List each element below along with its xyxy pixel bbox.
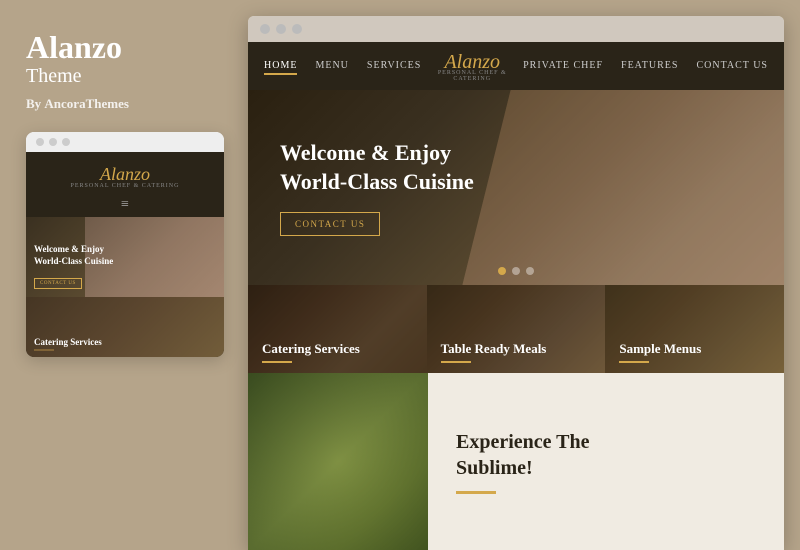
hero-dot-1[interactable] (498, 267, 506, 275)
hero-dots (498, 267, 534, 275)
mobile-titlebar (26, 132, 224, 152)
mobile-catering-section: Catering Services (26, 297, 224, 357)
contact-us-button[interactable]: CONTACT US (280, 212, 380, 236)
bottom-img-overlay (248, 373, 428, 550)
hero-content: Welcome & EnjoyWorld-Class Cuisine CONTA… (248, 139, 506, 236)
browser-dot-2 (276, 24, 286, 34)
service-table-ready[interactable]: Table Ready Meals (427, 285, 606, 373)
mobile-hero-text: Welcome & EnjoyWorld-Class Cuisine CONTA… (34, 244, 113, 289)
mobile-dot-2 (49, 138, 57, 146)
browser-dot-1 (260, 24, 270, 34)
browser-dot-3 (292, 24, 302, 34)
nav-services[interactable]: SERVICES (367, 60, 421, 73)
site-nav: HOME MENU SERVICES Alanzo Personal Chef … (248, 42, 784, 90)
hero-dot-3[interactable] (526, 267, 534, 275)
nav-contact[interactable]: CONTACT US (696, 60, 768, 73)
browser-titlebar (248, 16, 784, 42)
nav-links-left: HOME MENU SERVICES (264, 60, 421, 73)
browser-content: HOME MENU SERVICES Alanzo Personal Chef … (248, 42, 784, 550)
browser-preview: HOME MENU SERVICES Alanzo Personal Chef … (248, 16, 784, 550)
service-menus-content: Sample Menus (619, 341, 701, 363)
theme-title: Alanzo Theme (26, 30, 222, 96)
service-catering-underline (262, 361, 292, 363)
service-sample-menus[interactable]: Sample Menus (605, 285, 784, 373)
mobile-dot-3 (62, 138, 70, 146)
left-panel: Alanzo Theme By AncoraThemes Alanzo Pers… (0, 0, 248, 550)
mobile-content: Alanzo Personal Chef & Catering ≡ Welcom… (26, 152, 224, 357)
bottom-underline (456, 491, 496, 494)
mobile-dot-1 (36, 138, 44, 146)
mobile-hero: Welcome & EnjoyWorld-Class Cuisine CONTA… (26, 217, 224, 297)
hero-section: Welcome & EnjoyWorld-Class Cuisine CONTA… (248, 90, 784, 285)
bottom-text: Experience TheSublime! (428, 373, 784, 550)
service-table-content: Table Ready Meals (441, 341, 547, 363)
service-table-underline (441, 361, 471, 363)
nav-menu[interactable]: MENU (315, 60, 348, 73)
bottom-food-image (248, 373, 428, 550)
hero-title: Welcome & EnjoyWorld-Class Cuisine (280, 139, 474, 196)
site-logo: Alanzo Personal Chef & Catering (421, 51, 523, 82)
nav-links-right: PRIVATE CHEF FEATURES CONTACT US (523, 60, 768, 73)
service-menus-underline (619, 361, 649, 363)
hamburger-icon[interactable]: ≡ (26, 193, 224, 217)
mobile-contact-button[interactable]: CONTACT US (34, 278, 82, 289)
hero-overlay (462, 90, 784, 285)
by-label: By AncoraThemes (26, 96, 222, 112)
bottom-heading: Experience TheSublime! (456, 429, 756, 481)
nav-private-chef[interactable]: PRIVATE CHEF (523, 60, 603, 73)
mobile-catering-bg (26, 297, 224, 357)
bottom-section: Experience TheSublime! (248, 373, 784, 550)
nav-home[interactable]: HOME (264, 60, 297, 73)
mobile-preview: Alanzo Personal Chef & Catering ≡ Welcom… (26, 132, 224, 357)
service-catering-content: Catering Services (262, 341, 360, 363)
mobile-logo: Alanzo Personal Chef & Catering (26, 152, 224, 193)
nav-features[interactable]: FEATURES (621, 60, 678, 73)
services-strip: Catering Services Table Ready Meals Samp… (248, 285, 784, 373)
service-catering[interactable]: Catering Services (248, 285, 427, 373)
hero-dot-2[interactable] (512, 267, 520, 275)
